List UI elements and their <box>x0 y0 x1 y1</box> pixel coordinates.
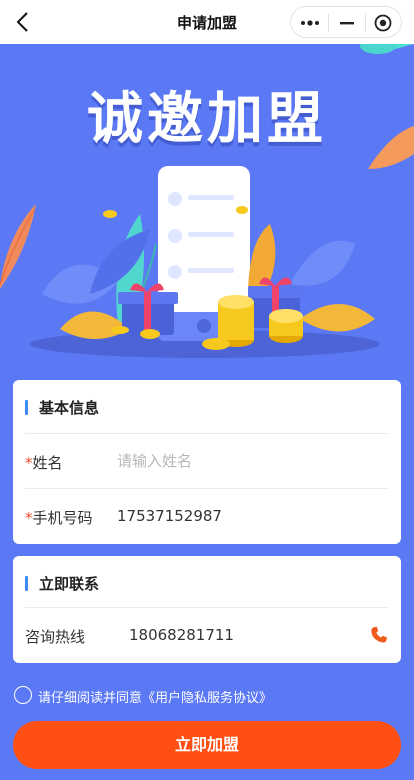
mini-program-capsule <box>290 6 402 38</box>
phone-input[interactable] <box>117 503 367 529</box>
hero-banner: 诚邀加盟 <box>0 44 414 374</box>
hero-title: 诚邀加盟 <box>87 87 327 152</box>
more-dots-icon[interactable] <box>299 15 321 31</box>
contact-card: 立即联系 咨询热线 18068281711 <box>13 556 401 663</box>
hotline-number: 18068281711 <box>129 626 234 644</box>
hotline-row[interactable]: 咨询热线 18068281711 <box>25 608 389 663</box>
submit-button[interactable]: 立即加盟 <box>13 721 401 769</box>
section-header: 基本信息 <box>25 380 389 434</box>
phone-label: *手机号码 <box>25 509 93 527</box>
name-label: *姓名 <box>25 454 63 472</box>
section-header: 立即联系 <box>25 556 389 608</box>
section-title: 立即联系 <box>39 575 100 593</box>
section-accent-bar <box>25 576 28 591</box>
section-accent-bar <box>25 400 28 415</box>
agreement-text[interactable]: 请仔细阅读并同意《用户隐私服务协议》 <box>38 687 272 706</box>
agreement-checkbox[interactable] <box>14 686 32 704</box>
capsule-divider <box>365 14 366 32</box>
hotline-label: 咨询热线 <box>25 628 86 646</box>
agreement-row[interactable]: 请仔细阅读并同意《用户隐私服务协议》 <box>14 686 404 706</box>
minimize-icon[interactable] <box>336 15 358 31</box>
target-close-icon[interactable] <box>373 13 393 33</box>
section-title: 基本信息 <box>39 399 100 417</box>
name-row: *姓名 <box>25 434 389 489</box>
required-mark: * <box>25 454 33 472</box>
required-mark: * <box>25 509 33 527</box>
capsule-divider <box>328 14 329 32</box>
nav-bar: 申请加盟 <box>0 0 414 44</box>
name-input[interactable] <box>117 448 367 474</box>
basic-info-card: 基本信息 *姓名 *手机号码 <box>13 380 401 544</box>
phone-row: *手机号码 <box>25 489 389 544</box>
phone-icon[interactable] <box>369 625 389 645</box>
